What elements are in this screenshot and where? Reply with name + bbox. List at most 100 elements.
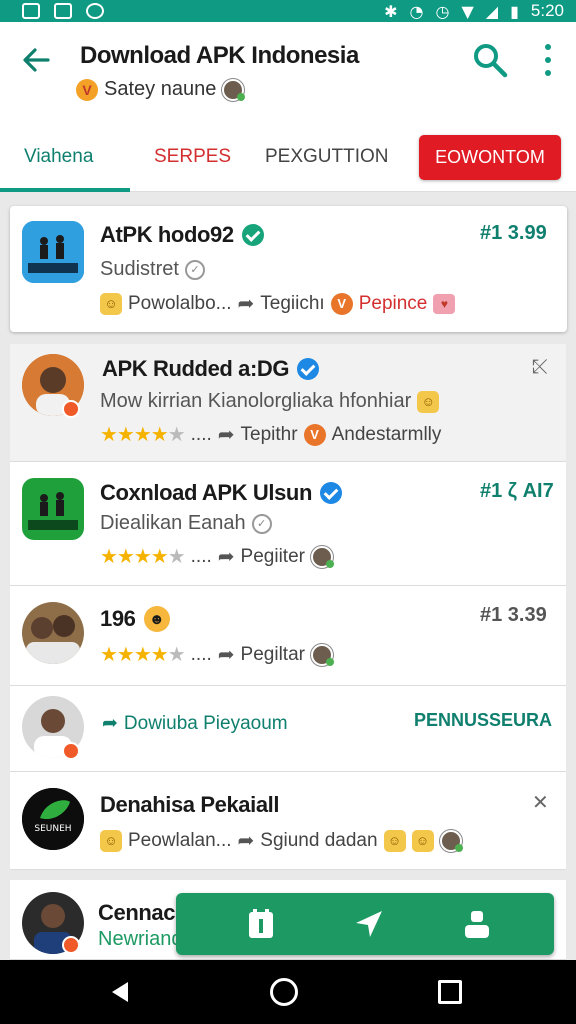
share-icon[interactable]: ➦ — [238, 291, 255, 316]
smiley-icon: ☻ — [143, 606, 170, 632]
meta-text: Andestarmlly — [331, 423, 442, 445]
meta-text: Powolalbo... — [128, 292, 232, 314]
item-meta: ★★★★★ .... ➦ Tepithr V Andestarmlly — [100, 422, 441, 447]
item-title-text: Coxnload APK Ulsun — [100, 480, 312, 505]
nav-back-icon[interactable] — [108, 980, 132, 1004]
check-circle-icon: ✓ — [184, 259, 205, 280]
page-title: Download APK Indonesia — [80, 42, 359, 69]
item-subtitle: Newriand — [98, 928, 183, 950]
item-price: #1 3.39 — [480, 604, 547, 626]
list-item[interactable]: SEUNEH Denahisa Pekaiall ✕ ☺ Peowlalan..… — [10, 772, 566, 870]
badge-icon — [62, 400, 80, 418]
search-icon[interactable] — [472, 42, 508, 78]
eowontom-button[interactable]: EOWONTOM — [419, 135, 561, 180]
avatar — [310, 545, 334, 568]
badge-icon — [62, 742, 80, 760]
meta-text: Peowlalan... — [128, 829, 232, 851]
tab-serpes[interactable]: SERPES — [154, 146, 231, 168]
page-subtitle: Satey naune — [104, 78, 217, 100]
check-circle-icon: ✓ — [251, 513, 272, 534]
star-rating: ★★★★★ — [100, 644, 186, 666]
list-item[interactable]: 196 ☻ #1 3.39 ★★★★★ .... ➦ Pegiltar — [10, 586, 566, 686]
signal-icon: ◢ — [485, 1, 499, 21]
item-meta: ☺ Peowlalan... ➦ Sgiund dadan ☺ ☺ — [100, 828, 463, 853]
star-rating: ★★★★★ — [100, 424, 186, 446]
share-icon[interactable]: ➦ — [238, 828, 255, 853]
emoji-icon: ☺ — [100, 829, 122, 852]
meta-text: Sgiund dadan — [260, 829, 378, 851]
item-subtitle-text: Sudistret — [100, 258, 179, 280]
status-left-icons — [22, 0, 104, 22]
alarm-icon: ◷ — [435, 1, 450, 21]
avatar — [22, 602, 84, 664]
share-icon[interactable]: ➦ — [218, 422, 235, 447]
nav-home-icon[interactable] — [270, 978, 298, 1006]
item-subtitle-text: Diealikan Eanah — [100, 512, 246, 534]
person-icon[interactable] — [460, 907, 494, 941]
status-bar: ✱ ◔ ◷ ▼ ◢ ▮ 5:20 — [0, 0, 576, 22]
item-title-text: Denahisa Pekaiall — [100, 792, 280, 817]
badge-icon: V — [330, 292, 353, 315]
item-subtitle: Diealikan Eanah ✓ — [100, 512, 272, 535]
more-vert-icon[interactable] — [536, 42, 560, 78]
meta-text: Tegiichı — [260, 292, 325, 314]
item-meta: ☺ Powolalbo... ➦ Tegiichı V Pepince ♥ — [100, 291, 456, 316]
close-icon[interactable]: ✕ — [532, 790, 549, 815]
tab-viahena[interactable]: Viahena — [24, 146, 93, 168]
avatar — [222, 78, 246, 101]
tab-pexguttion[interactable]: PEXGUTTION — [265, 146, 389, 168]
star-rating: ★★★★★ — [100, 546, 186, 568]
item-link[interactable]: ➦ Dowiuba Pieyaoum — [102, 712, 288, 735]
item-title-text: AtPK hodo92 — [100, 222, 234, 247]
badge-icon: V — [303, 423, 326, 446]
navigation-icon[interactable] — [352, 907, 386, 941]
share-icon[interactable]: ➦ — [218, 642, 235, 667]
item-title: Denahisa Pekaiall — [100, 792, 279, 818]
meta-text: Pegiltar — [240, 643, 305, 665]
screen: ✱ ◔ ◷ ▼ ◢ ▮ 5:20 Download APK Indonesia … — [0, 0, 576, 1024]
avatar — [439, 829, 463, 852]
share-icon[interactable]: ➦ — [218, 544, 235, 569]
list-item[interactable]: ➦ Dowiuba Pieyaoum PENNUSSEURA — [10, 686, 566, 772]
emoji-icon: ☺ — [411, 829, 434, 852]
item-title: Cennac — [98, 900, 175, 926]
item-link-text: Dowiuba Pieyaoum — [123, 712, 288, 734]
item-title: Coxnload APK Ulsun — [100, 480, 342, 506]
emoji-icon: ☺ — [383, 829, 406, 852]
nav-recents-icon[interactable] — [438, 980, 462, 1004]
item-title: AtPK hodo92 — [100, 222, 264, 248]
app-bar: Download APK Indonesia V Satey naune — [0, 22, 576, 122]
item-price: #1 ζ AI7 — [480, 480, 554, 502]
tab-indicator — [0, 188, 130, 192]
action-link[interactable]: PENNUSSEURA — [414, 710, 552, 731]
system-nav-bar — [0, 960, 576, 1024]
app-icon — [22, 221, 84, 283]
share-icon: ➦ — [102, 713, 118, 734]
meta-ellipsis: .... — [190, 643, 212, 665]
app-icon — [22, 478, 84, 540]
bottom-action-bar — [176, 893, 554, 955]
pin-icon[interactable]: ⤪ — [532, 356, 548, 379]
back-arrow-icon[interactable] — [20, 44, 52, 76]
item-subtitle-text: Mow kirrian Kianolorgliaka hfonhiar — [100, 390, 412, 412]
bluetooth-icon: ✱ — [384, 1, 398, 21]
verified-icon — [241, 224, 264, 246]
avatar — [310, 643, 334, 666]
emoji-icon: ☺ — [417, 390, 440, 413]
list-item[interactable]: APK Rudded a:DG ⤪ Mow kirrian Kianolorgl… — [10, 344, 566, 462]
app-icon: SEUNEH — [22, 788, 84, 850]
status-right-icons: ✱ ◔ ◷ ▼ ◢ ▮ 5:20 — [384, 0, 564, 22]
list-item[interactable]: Coxnload APK Ulsun #1 ζ AI7 Diealikan Ea… — [10, 462, 566, 586]
calendar-icon[interactable] — [244, 907, 278, 941]
list-item[interactable]: AtPK hodo92 #1 3.99 Sudistret ✓ ☺ Powola… — [10, 206, 567, 332]
item-title-text: APK Rudded a:DG — [102, 356, 290, 381]
item-title-text: Cennac — [98, 900, 176, 925]
item-subtitle: Mow kirrian Kianolorgliaka hfonhiar ☺ — [100, 390, 440, 413]
verified-icon — [297, 358, 320, 380]
item-price: #1 3.99 — [480, 222, 547, 244]
image-notification-icon — [54, 3, 72, 19]
sync-icon: ◔ — [409, 1, 424, 21]
subtitle-row: V Satey naune — [76, 78, 246, 101]
tab-bar: Viahena SERPES PEXGUTTION EOWONTOM — [0, 122, 576, 192]
item-title: APK Rudded a:DG — [102, 356, 320, 382]
